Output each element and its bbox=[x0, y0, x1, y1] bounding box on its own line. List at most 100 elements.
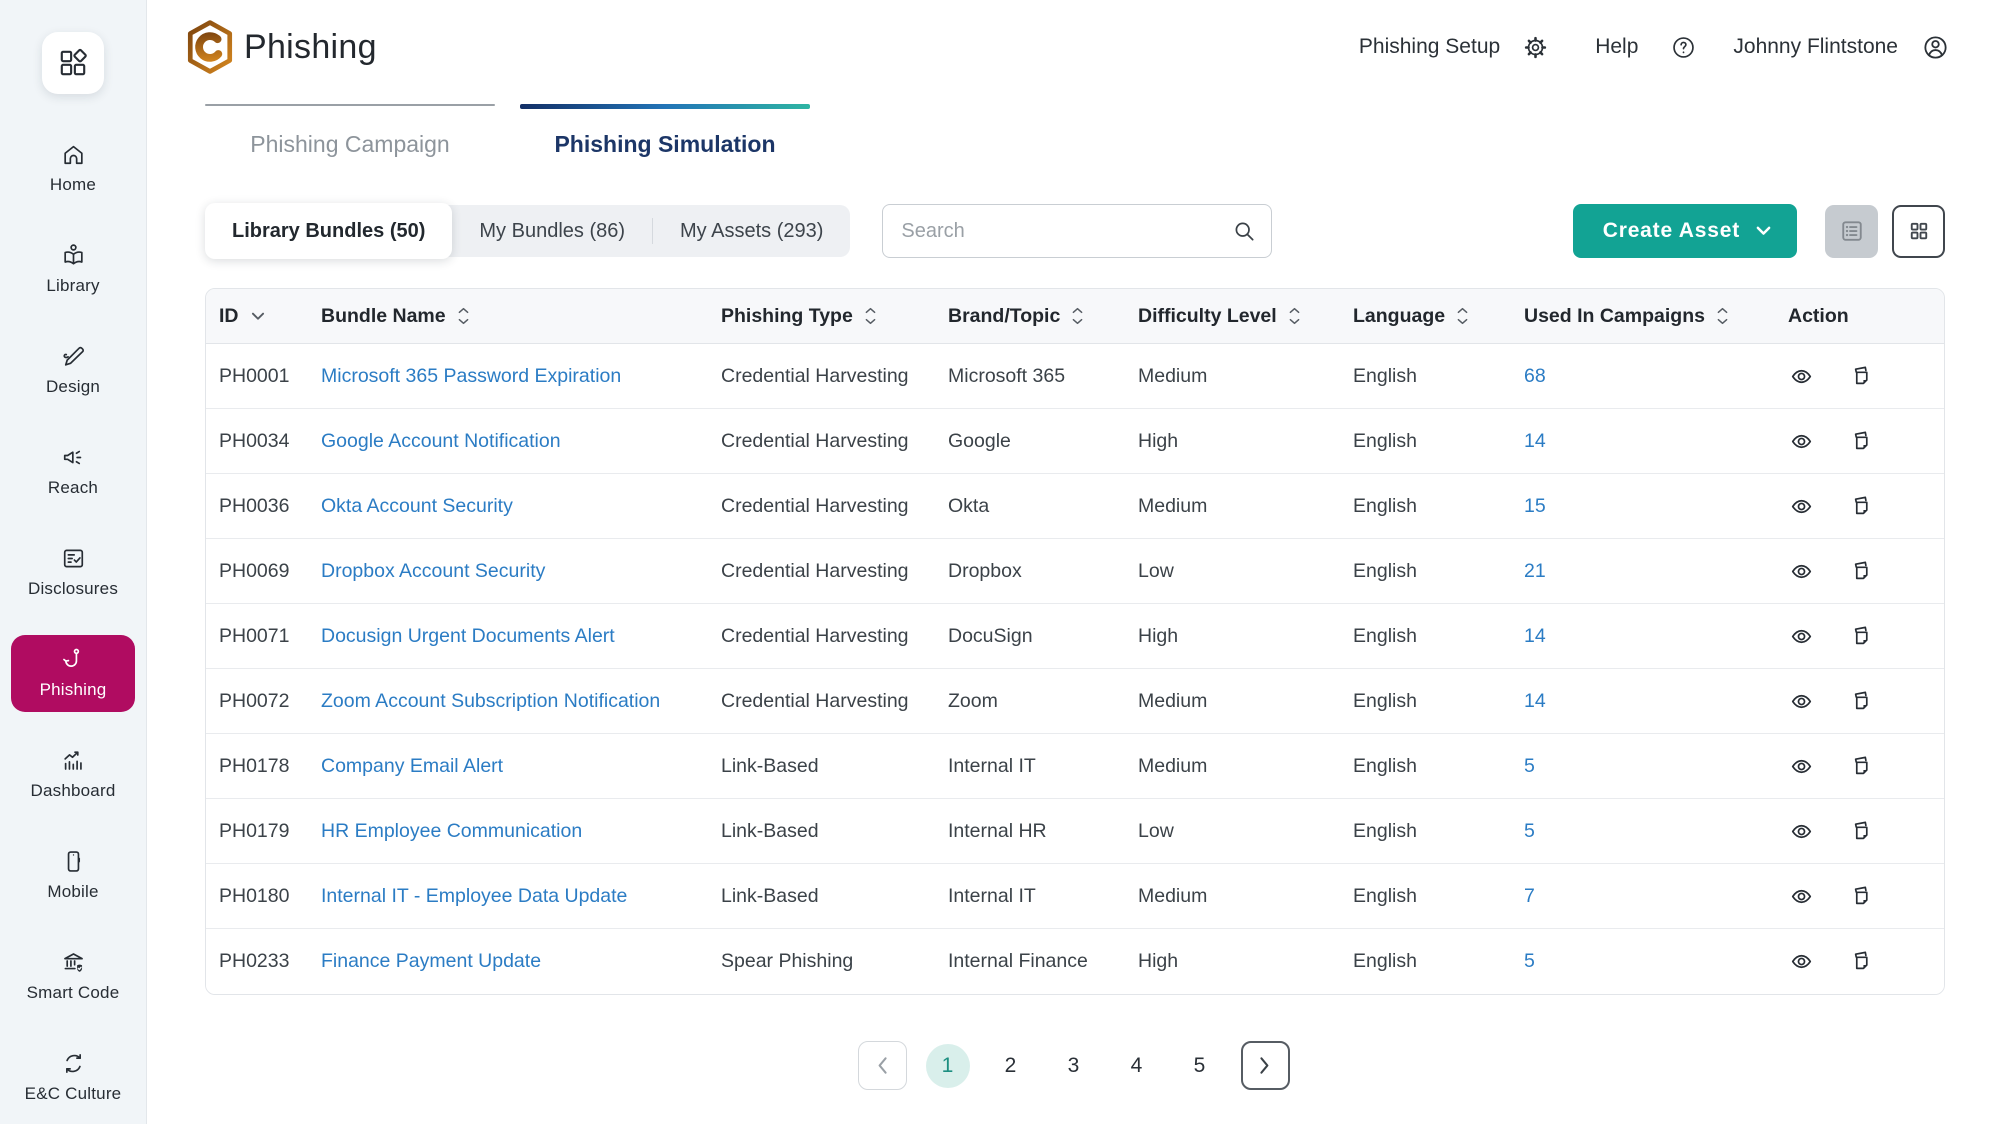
bundle-name-link[interactable]: Finance Payment Update bbox=[321, 950, 541, 972]
next-page-button[interactable] bbox=[1241, 1041, 1290, 1090]
sidebar-item-phishing[interactable]: Phishing bbox=[11, 635, 135, 712]
bundle-name-link[interactable]: Dropbox Account Security bbox=[321, 560, 545, 582]
cell-action bbox=[1788, 623, 1944, 650]
bundle-name-link[interactable]: Zoom Account Subscription Notification bbox=[321, 690, 660, 712]
eye-icon[interactable] bbox=[1788, 688, 1815, 715]
eye-icon[interactable] bbox=[1788, 948, 1815, 975]
copy-icon[interactable] bbox=[1848, 818, 1875, 845]
copy-icon[interactable] bbox=[1848, 363, 1875, 390]
gear-icon[interactable] bbox=[1522, 34, 1549, 61]
page-button-4[interactable]: 4 bbox=[1115, 1044, 1159, 1088]
cell-used-in-campaigns: 15 bbox=[1524, 495, 1788, 518]
cell-difficulty-level: Low bbox=[1138, 560, 1353, 583]
sidebar-item-dashboard[interactable]: Dashboard bbox=[11, 736, 135, 813]
user-name[interactable]: Johnny Flintstone bbox=[1733, 35, 1898, 59]
bundle-name-link[interactable]: Docusign Urgent Documents Alert bbox=[321, 625, 615, 647]
cell-difficulty-level: Medium bbox=[1138, 365, 1353, 388]
copy-icon[interactable] bbox=[1848, 948, 1875, 975]
filter-tab-my-bundles[interactable]: My Bundles (86) bbox=[452, 205, 652, 257]
create-asset-button[interactable]: Create Asset bbox=[1573, 204, 1797, 258]
copy-icon[interactable] bbox=[1848, 558, 1875, 585]
eye-icon[interactable] bbox=[1788, 363, 1815, 390]
user-circle-icon[interactable] bbox=[1921, 33, 1950, 62]
copy-icon[interactable] bbox=[1848, 753, 1875, 780]
column-label: ID bbox=[219, 305, 239, 328]
eye-icon[interactable] bbox=[1788, 428, 1815, 455]
cell-action bbox=[1788, 363, 1944, 390]
page-button-2[interactable]: 2 bbox=[989, 1044, 1033, 1088]
cell-brand-topic: DocuSign bbox=[948, 625, 1138, 648]
page-button-1[interactable]: 1 bbox=[926, 1044, 970, 1088]
sidebar-item-mobile[interactable]: Mobile bbox=[11, 837, 135, 914]
campaign-count-link[interactable]: 14 bbox=[1524, 430, 1546, 452]
phishing-setup-link[interactable]: Phishing Setup bbox=[1359, 35, 1500, 59]
column-label: Action bbox=[1788, 305, 1849, 328]
sidebar-item-smart-code[interactable]: Smart Code bbox=[11, 938, 135, 1015]
tab-phishing-campaign[interactable]: Phishing Campaign bbox=[205, 104, 495, 164]
page-button-5[interactable]: 5 bbox=[1178, 1044, 1222, 1088]
home-icon bbox=[60, 141, 87, 168]
bundle-name-link[interactable]: HR Employee Communication bbox=[321, 820, 582, 842]
copy-icon[interactable] bbox=[1848, 493, 1875, 520]
bundle-name-link[interactable]: Microsoft 365 Password Expiration bbox=[321, 365, 621, 387]
eye-icon[interactable] bbox=[1788, 558, 1815, 585]
sort-arrows-icon[interactable] bbox=[865, 307, 876, 325]
caret-up-icon bbox=[458, 307, 469, 314]
sort-arrows-icon[interactable] bbox=[1289, 307, 1300, 325]
table-row: PH0001 Microsoft 365 Password Expiration… bbox=[206, 344, 1944, 409]
cell-id: PH0069 bbox=[219, 560, 321, 583]
cell-language: English bbox=[1353, 560, 1524, 583]
prev-page-button[interactable] bbox=[858, 1041, 907, 1090]
bundle-name-link[interactable]: Google Account Notification bbox=[321, 430, 561, 452]
search-icon[interactable] bbox=[1231, 218, 1257, 244]
campaign-count-link[interactable]: 14 bbox=[1524, 690, 1546, 712]
sort-arrows-icon[interactable] bbox=[1072, 307, 1083, 325]
copy-icon[interactable] bbox=[1848, 688, 1875, 715]
filter-tab-library-bundles[interactable]: Library Bundles (50) bbox=[205, 203, 452, 259]
list-view-toggle[interactable] bbox=[1825, 205, 1878, 258]
bundle-name-link[interactable]: Internal IT - Employee Data Update bbox=[321, 885, 627, 907]
eye-icon[interactable] bbox=[1788, 883, 1815, 910]
bundle-name-link[interactable]: Company Email Alert bbox=[321, 755, 503, 777]
eye-icon[interactable] bbox=[1788, 623, 1815, 650]
sort-arrows-icon[interactable] bbox=[1457, 307, 1468, 325]
campaign-count-link[interactable]: 15 bbox=[1524, 495, 1546, 517]
eye-icon[interactable] bbox=[1788, 818, 1815, 845]
campaign-count-link[interactable]: 7 bbox=[1524, 885, 1535, 907]
app-switcher-button[interactable] bbox=[42, 32, 104, 94]
eye-icon[interactable] bbox=[1788, 493, 1815, 520]
campaign-count-link[interactable]: 14 bbox=[1524, 625, 1546, 647]
table-row: PH0233 Finance Payment Update Spear Phis… bbox=[206, 929, 1944, 994]
sidebar-item-library[interactable]: Library bbox=[11, 231, 135, 308]
filter-tab-group: Library Bundles (50) My Bundles (86) My … bbox=[205, 205, 850, 257]
campaign-count-link[interactable]: 68 bbox=[1524, 365, 1546, 387]
eye-icon[interactable] bbox=[1788, 753, 1815, 780]
copy-icon[interactable] bbox=[1848, 623, 1875, 650]
grid-view-toggle[interactable] bbox=[1892, 205, 1945, 258]
copy-icon[interactable] bbox=[1848, 428, 1875, 455]
library-icon bbox=[60, 242, 87, 269]
sidebar-item-home[interactable]: Home bbox=[11, 130, 135, 207]
copy-icon[interactable] bbox=[1848, 883, 1875, 910]
sort-arrows-icon[interactable] bbox=[458, 307, 469, 325]
sidebar-item-ec-culture[interactable]: E&C Culture bbox=[11, 1039, 135, 1116]
filter-tab-my-assets[interactable]: My Assets (293) bbox=[653, 205, 850, 257]
sidebar-item-disclosures[interactable]: Disclosures bbox=[11, 534, 135, 611]
sidebar-item-design[interactable]: Design bbox=[11, 332, 135, 409]
tab-phishing-simulation[interactable]: Phishing Simulation bbox=[520, 104, 810, 164]
help-circle-icon[interactable] bbox=[1670, 34, 1697, 61]
campaign-count-link[interactable]: 5 bbox=[1524, 820, 1535, 842]
search-input[interactable] bbox=[882, 204, 1272, 258]
sort-arrows-icon[interactable] bbox=[1717, 307, 1728, 325]
cell-bundle-name: Finance Payment Update bbox=[321, 950, 721, 973]
campaign-count-link[interactable]: 5 bbox=[1524, 755, 1535, 777]
bundle-name-link[interactable]: Okta Account Security bbox=[321, 495, 513, 517]
sidebar-item-label: Disclosures bbox=[28, 579, 118, 599]
sidebar-item-reach[interactable]: Reach bbox=[11, 433, 135, 510]
campaign-count-link[interactable]: 5 bbox=[1524, 950, 1535, 972]
chevron-down-icon[interactable] bbox=[251, 312, 265, 321]
cell-bundle-name: Company Email Alert bbox=[321, 755, 721, 778]
page-button-3[interactable]: 3 bbox=[1052, 1044, 1096, 1088]
campaign-count-link[interactable]: 21 bbox=[1524, 560, 1546, 582]
help-link[interactable]: Help bbox=[1595, 35, 1638, 59]
